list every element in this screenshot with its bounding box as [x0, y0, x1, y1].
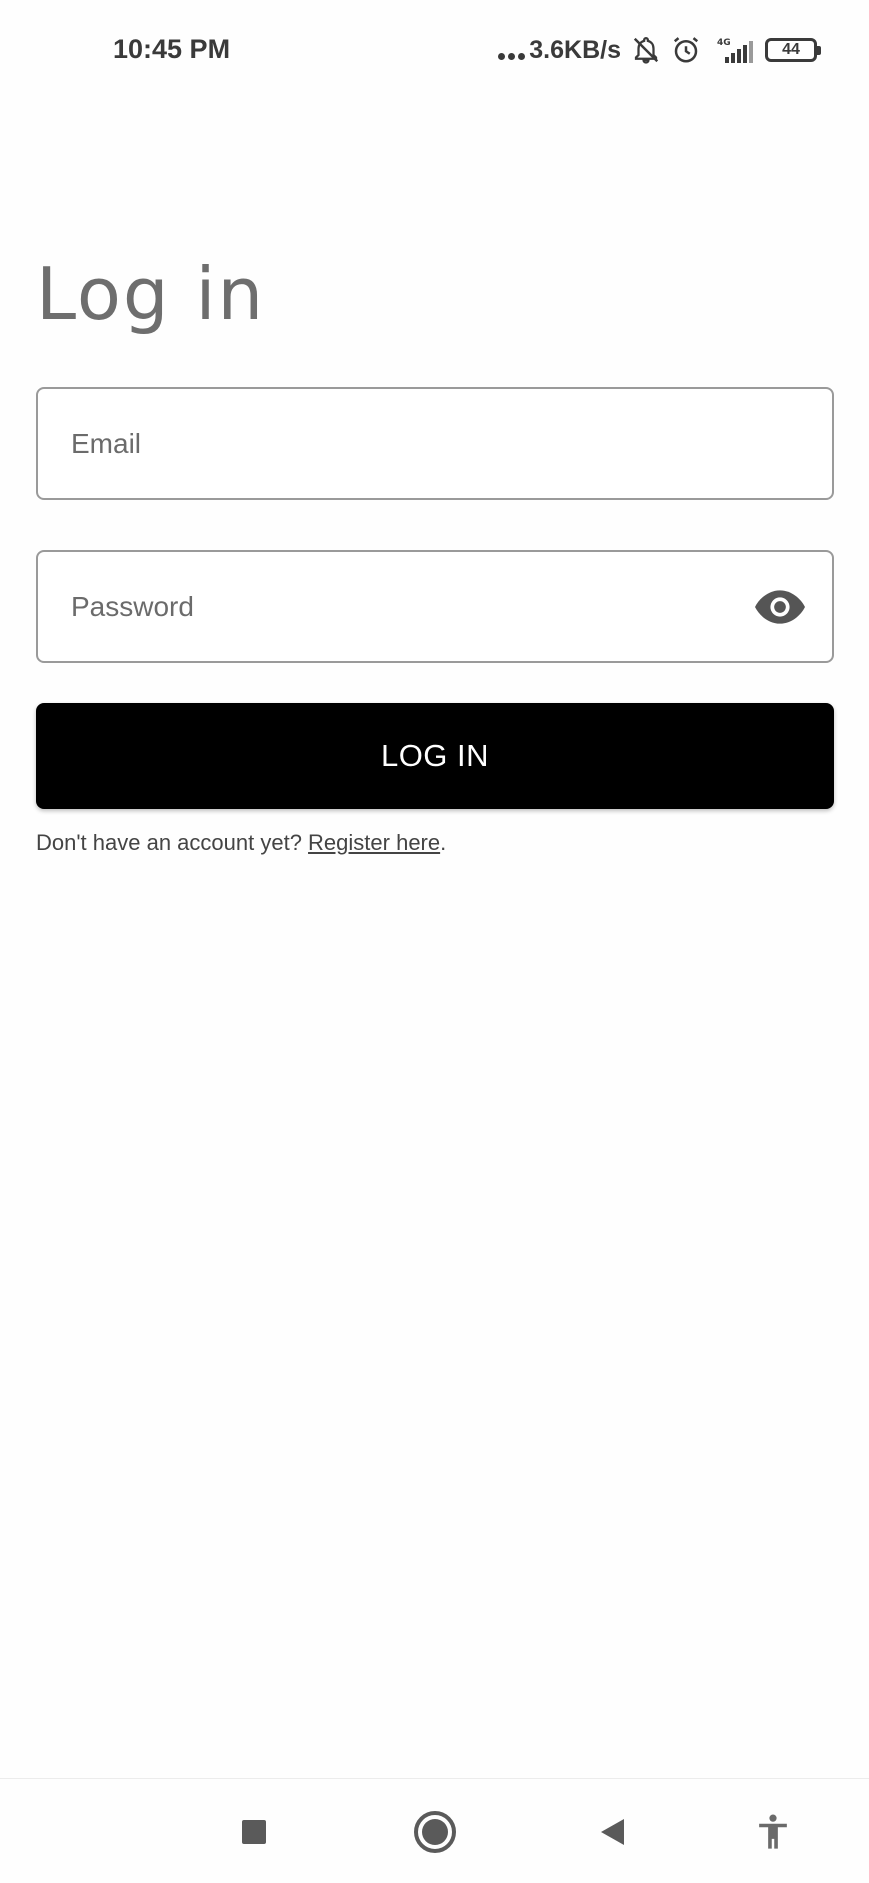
back-icon[interactable]: [590, 1809, 636, 1855]
password-field-container: [36, 550, 834, 663]
more-dots-icon: [498, 40, 526, 60]
recents-icon[interactable]: [231, 1809, 277, 1855]
network-speed-value: 3.6KB/s: [529, 35, 621, 64]
battery-icon: 44: [765, 38, 821, 62]
status-indicators: 3.6KB/s 4G 44: [498, 30, 821, 70]
status-bar: 10:45 PM 3.6KB/s 4G 44: [0, 0, 869, 100]
login-screen: 10:45 PM 3.6KB/s 4G 44 Log in Email LOG …: [0, 0, 869, 1883]
navigation-bar: [0, 1778, 869, 1883]
battery-level: 44: [782, 41, 800, 58]
register-prompt-text: Don't have an account yet?: [36, 830, 309, 855]
svg-text:4G: 4G: [717, 38, 731, 48]
notifications-off-icon: [631, 35, 661, 65]
email-field-container: [36, 387, 834, 500]
home-icon[interactable]: [412, 1809, 458, 1855]
password-input[interactable]: [38, 552, 832, 661]
register-suffix: .: [440, 830, 447, 855]
network-speed: 3.6KB/s: [498, 36, 621, 65]
status-time: 10:45 PM: [113, 34, 231, 64]
login-button[interactable]: LOG IN: [36, 703, 834, 809]
register-link[interactable]: Register here: [308, 830, 440, 855]
page-title: Log in: [36, 252, 266, 336]
register-prompt: Don't have an account yet? Register here…: [36, 830, 446, 856]
alarm-icon: [671, 35, 701, 65]
signal-4g-icon: 4G: [711, 35, 755, 65]
accessibility-icon[interactable]: [750, 1809, 796, 1855]
email-input[interactable]: [38, 389, 832, 498]
eye-icon[interactable]: [754, 587, 806, 627]
